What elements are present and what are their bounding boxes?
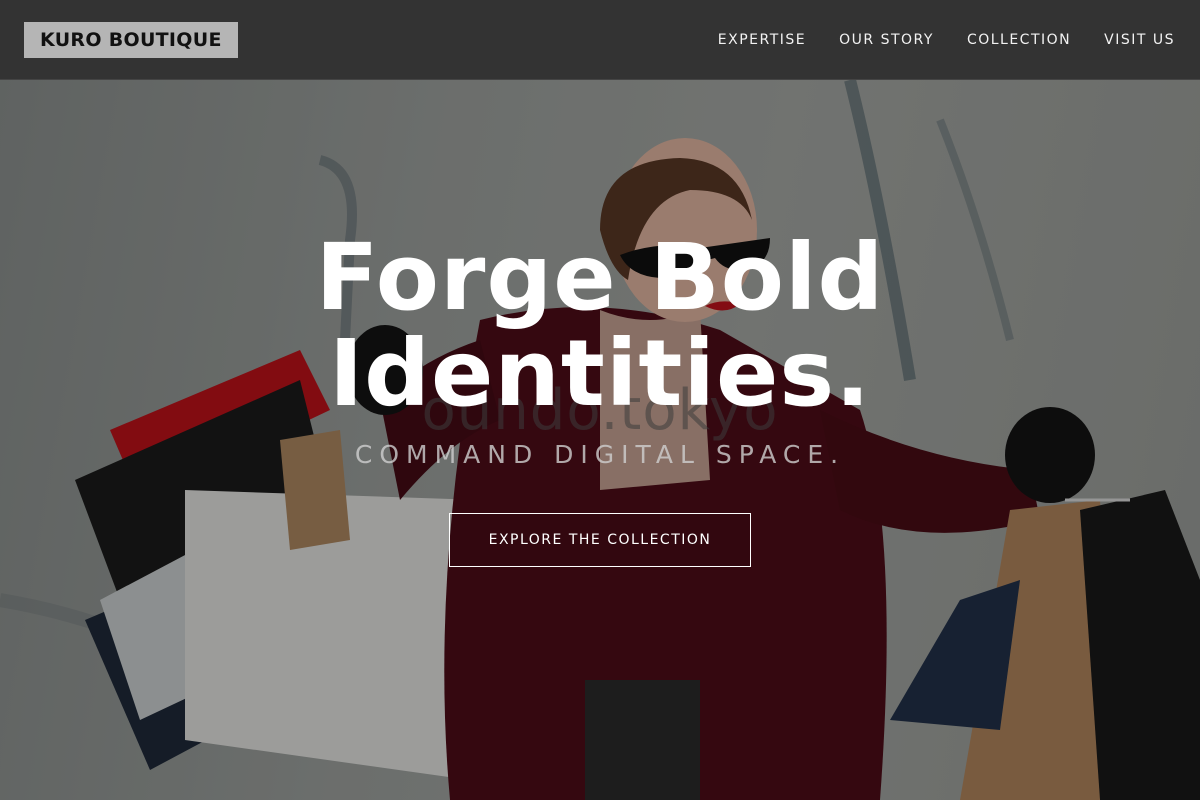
- main-nav: EXPERTISE OUR STORY COLLECTION VISIT US: [718, 32, 1175, 48]
- hero-subtitle: COMMAND DIGITAL SPACE.: [354, 440, 846, 469]
- nav-link-our-story[interactable]: OUR STORY: [839, 32, 934, 48]
- top-navbar: KURO BOUTIQUE EXPERTISE OUR STORY COLLEC…: [0, 0, 1200, 80]
- explore-collection-button[interactable]: EXPLORE THE COLLECTION: [449, 513, 751, 567]
- hero-title-line-1: Forge Bold: [315, 224, 885, 331]
- hero-content: Forge Bold Identities. COMMAND DIGITAL S…: [0, 230, 1200, 567]
- nav-link-visit-us[interactable]: VISIT US: [1104, 32, 1175, 48]
- nav-link-expertise[interactable]: EXPERTISE: [718, 32, 806, 48]
- brand-logo[interactable]: KURO BOUTIQUE: [24, 21, 238, 58]
- nav-link-collection[interactable]: COLLECTION: [967, 32, 1071, 48]
- hero-title-line-2: Identities.: [328, 320, 872, 427]
- hero-section: oundo.tokyo Forge Bold Identities. COMMA…: [0, 80, 1200, 800]
- hero-title: Forge Bold Identities.: [0, 230, 1200, 422]
